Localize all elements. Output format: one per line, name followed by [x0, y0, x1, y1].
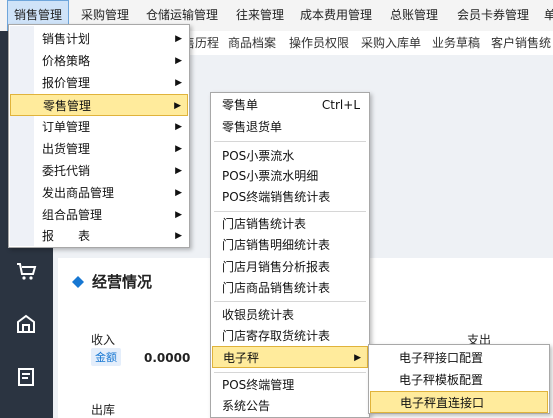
tab-product-archive[interactable]: 商品档案	[228, 31, 276, 55]
tab-customer-sales-stats[interactable]: 客户销售统	[491, 31, 551, 55]
submenu-arrow-icon: ▶	[174, 101, 181, 111]
menu-item-store-sales-stats[interactable]: 门店销售统计表	[212, 213, 368, 235]
store-icon[interactable]	[14, 312, 38, 336]
amount-badge: 金额	[91, 348, 121, 366]
menu-item-retail-management[interactable]: 零售管理 ▶	[10, 94, 188, 116]
menu-item-label: 零售退货单	[222, 120, 283, 134]
outbound-label: 出库	[91, 403, 116, 417]
menu-item-label: 销售计划	[42, 32, 91, 46]
menu-item-label: POS小票流水明细	[222, 169, 319, 183]
menu-item-label: 零售管理	[43, 99, 92, 113]
menu-item-store-sales-detail[interactable]: 门店销售明细统计表	[212, 234, 368, 256]
menu-item-order-management[interactable]: 订单管理 ▶	[10, 116, 188, 138]
menu-item-label: 电子秤直连接口	[400, 396, 485, 410]
menu-item-electronic-scale[interactable]: 电子秤 ▶	[212, 346, 368, 368]
menu-more[interactable]: 单	[544, 0, 553, 31]
menu-item-store-monthly-analysis[interactable]: 门店月销售分析报表	[212, 256, 368, 278]
submenu-arrow-icon: ▶	[175, 210, 182, 220]
menu-item-label: 收银员统计表	[222, 308, 295, 322]
shortcut-label: Ctrl+L	[321, 98, 360, 112]
submenu-arrow-icon: ▶	[175, 56, 182, 66]
tab-business-draft[interactable]: 业务草稿	[432, 31, 480, 55]
submenu-arrow-icon: ▶	[175, 34, 182, 44]
tab-purchase-inbound[interactable]: 采购入库单	[361, 31, 421, 55]
menu-separator	[214, 211, 366, 212]
menu-item-label: 门店销售统计表	[222, 217, 307, 231]
menu-item-pos-receipt-flow[interactable]: POS小票流水	[212, 145, 368, 167]
menu-item-shipment-management[interactable]: 出货管理 ▶	[10, 138, 188, 160]
menu-item-label: 订单管理	[42, 120, 91, 134]
menu-accounts[interactable]: 往来管理	[236, 0, 284, 31]
menu-item-retail-order[interactable]: 零售单 Ctrl+L	[212, 94, 368, 116]
menu-item-cashier-stats[interactable]: 收银员统计表	[212, 304, 368, 326]
retail-submenu: 零售单 Ctrl+L 零售退货单 POS小票流水 POS小票流水明细 POS终端销…	[210, 92, 370, 418]
tab-operator-permission[interactable]: 操作员权限	[289, 31, 349, 55]
menu-item-label: 门店商品销售统计表	[222, 281, 331, 295]
submenu-arrow-icon: ▶	[175, 231, 182, 241]
menu-item-scale-interface-config[interactable]: 电子秤接口配置	[389, 347, 548, 369]
menu-item-label: 门店销售明细统计表	[222, 238, 331, 252]
menu-item-label: 委托代销	[42, 164, 91, 178]
menu-item-label: 系统公告	[222, 399, 271, 413]
menu-item-label: 报价管理	[42, 76, 91, 90]
menu-separator	[214, 301, 366, 302]
menu-item-price-strategy[interactable]: 价格策略 ▶	[10, 50, 188, 72]
menu-item-label: 电子秤	[223, 351, 260, 365]
menu-item-label: 门店寄存取货统计表	[222, 329, 331, 343]
menu-item-system-announcement[interactable]: 系统公告	[212, 395, 368, 417]
submenu-arrow-icon: ▶	[175, 166, 182, 176]
sales-dropdown-menu: 销售计划 ▶ 价格策略 ▶ 报价管理 ▶ 零售管理 ▶ 订单管理 ▶ 出货管理 ▶ 委托代销…	[8, 24, 190, 248]
menu-item-goods-issued[interactable]: 发出商品管理 ▶	[10, 182, 188, 204]
submenu-arrow-icon: ▶	[175, 78, 182, 88]
menu-item-label: POS终端管理	[222, 378, 295, 392]
diamond-icon	[72, 276, 84, 288]
menu-item-pos-terminal-stats[interactable]: POS终端销售统计表	[212, 186, 368, 208]
menu-item-consignment[interactable]: 委托代销 ▶	[10, 160, 188, 182]
menu-item-sales-plan[interactable]: 销售计划 ▶	[10, 28, 188, 50]
menu-item-label: 发出商品管理	[42, 186, 115, 200]
submenu-arrow-icon: ▶	[354, 353, 361, 363]
menu-item-label: 零售单	[222, 98, 259, 112]
menu-item-bundle-management[interactable]: 组合品管理 ▶	[10, 204, 188, 226]
menu-item-label: 价格策略	[42, 54, 91, 68]
menu-item-scale-template-config[interactable]: 电子秤模板配置	[389, 369, 548, 391]
menu-item-pos-receipt-detail[interactable]: POS小票流水明细	[212, 165, 368, 187]
income-amount-value: 0.0000	[144, 351, 191, 365]
section-title: 经营情况	[92, 273, 153, 291]
submenu-arrow-icon: ▶	[175, 122, 182, 132]
menu-separator	[214, 141, 366, 142]
menu-item-label: 出货管理	[42, 142, 91, 156]
menu-item-retail-return[interactable]: 零售退货单	[212, 116, 368, 138]
submenu-arrow-icon: ▶	[175, 188, 182, 198]
submenu-arrow-icon: ▶	[175, 144, 182, 154]
menu-item-pos-terminal-management[interactable]: POS终端管理	[212, 374, 368, 396]
menu-member[interactable]: 会员卡券管理	[457, 0, 529, 31]
menu-item-store-deposit-stats[interactable]: 门店寄存取货统计表	[212, 325, 368, 347]
menu-item-reports[interactable]: 报 表 ▶	[10, 225, 188, 247]
document-icon[interactable]	[14, 365, 38, 389]
menu-item-label: 电子秤模板配置	[399, 373, 484, 387]
menu-ledger[interactable]: 总账管理	[390, 0, 438, 31]
menu-item-label: POS小票流水	[222, 149, 295, 163]
menu-item-label: 门店月销售分析报表	[222, 260, 331, 274]
menu-item-label: 组合品管理	[42, 208, 103, 222]
electronic-scale-submenu: 电子秤接口配置 电子秤模板配置 电子秤直连接口	[368, 344, 550, 414]
menu-separator	[214, 372, 366, 373]
menu-item-label: POS终端销售统计表	[222, 190, 331, 204]
menu-item-label: 报 表	[42, 229, 91, 243]
menu-item-store-product-stats[interactable]: 门店商品销售统计表	[212, 277, 368, 299]
income-label: 收入	[91, 333, 116, 347]
cart-icon[interactable]	[14, 259, 38, 283]
menu-item-scale-direct-interface[interactable]: 电子秤直连接口	[370, 391, 548, 413]
menu-cost[interactable]: 成本费用管理	[300, 0, 372, 31]
menu-item-label: 电子秤接口配置	[399, 351, 484, 365]
menu-item-quote-management[interactable]: 报价管理 ▶	[10, 72, 188, 94]
